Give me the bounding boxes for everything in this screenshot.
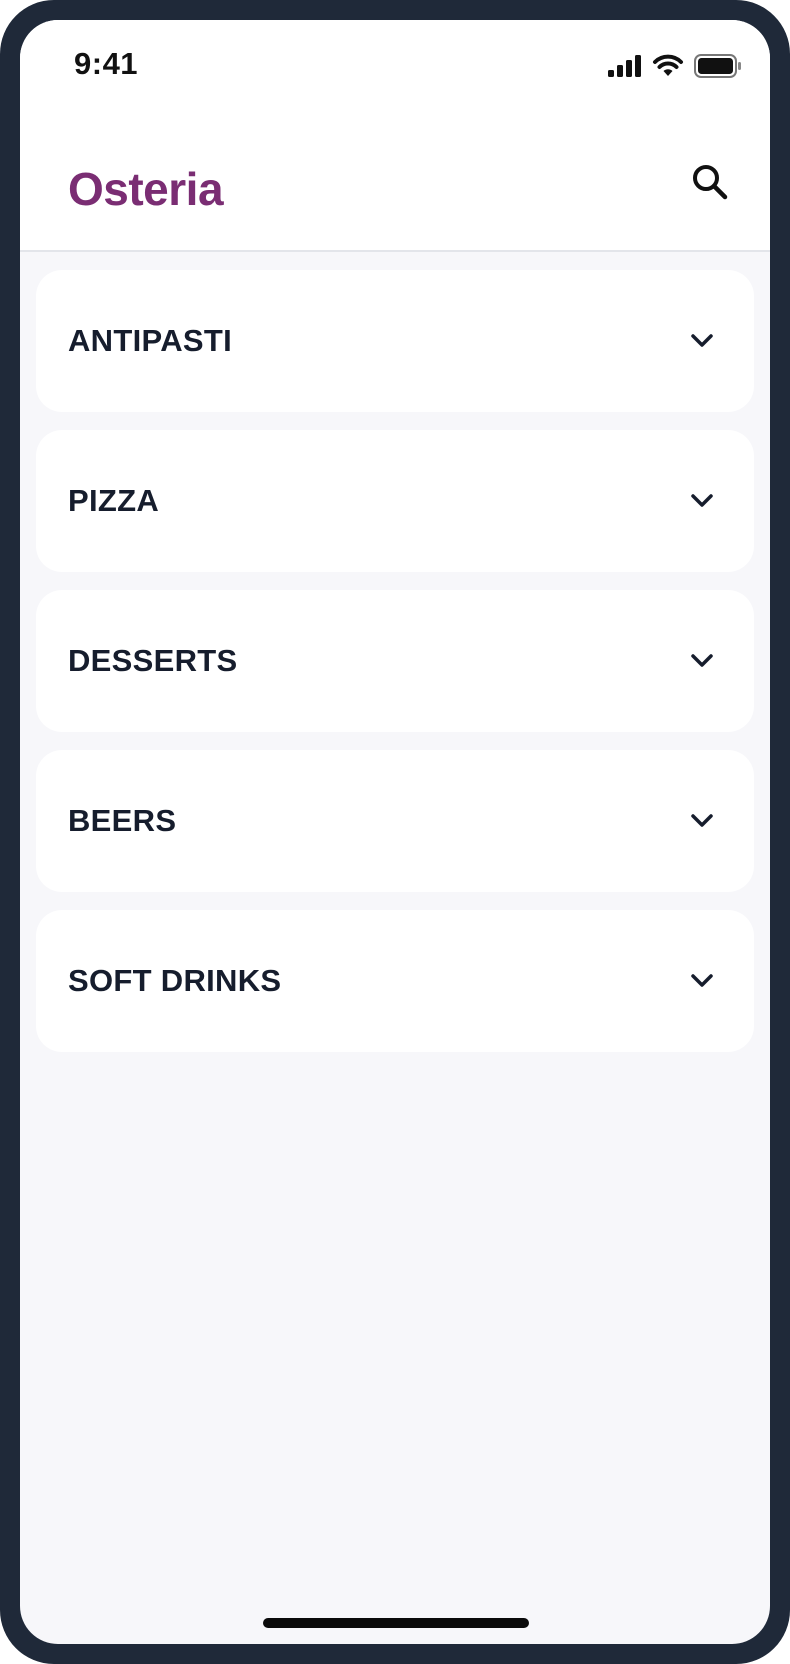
- status-time: 9:41: [74, 46, 139, 81]
- battery-icon: [694, 54, 742, 83]
- search-button[interactable]: [686, 160, 734, 208]
- device-frame: 9:41 Osteria ANTIPASTI PIZZA DESSERTS BE…: [0, 0, 790, 1664]
- chevron-down-icon: [688, 967, 716, 995]
- app-title: Osteria: [68, 163, 224, 215]
- chevron-down-icon: [688, 487, 716, 515]
- chevron-down-icon: [688, 327, 716, 355]
- category-pizza[interactable]: PIZZA: [36, 430, 754, 572]
- category-desserts[interactable]: DESSERTS: [36, 590, 754, 732]
- category-beers[interactable]: BEERS: [36, 750, 754, 892]
- app-header: Osteria: [20, 110, 770, 252]
- category-label: SOFT DRINKS: [68, 963, 282, 998]
- status-bar: 9:41: [20, 20, 770, 110]
- status-icons: [608, 54, 742, 83]
- category-label: PIZZA: [68, 483, 160, 518]
- category-soft-drinks[interactable]: SOFT DRINKS: [36, 910, 754, 1052]
- wifi-icon: [652, 54, 684, 83]
- search-icon: [691, 163, 729, 206]
- category-antipasti[interactable]: ANTIPASTI: [36, 270, 754, 412]
- chevron-down-icon: [688, 807, 716, 835]
- category-label: BEERS: [68, 803, 177, 838]
- category-label: DESSERTS: [68, 643, 238, 678]
- home-indicator[interactable]: [263, 1618, 529, 1628]
- category-label: ANTIPASTI: [68, 323, 233, 358]
- category-list: ANTIPASTI PIZZA DESSERTS BEERS SOFT DRIN…: [36, 252, 754, 1052]
- signal-icon: [608, 55, 642, 82]
- chevron-down-icon: [688, 647, 716, 675]
- screen: 9:41 Osteria ANTIPASTI PIZZA DESSERTS BE…: [20, 20, 770, 1644]
